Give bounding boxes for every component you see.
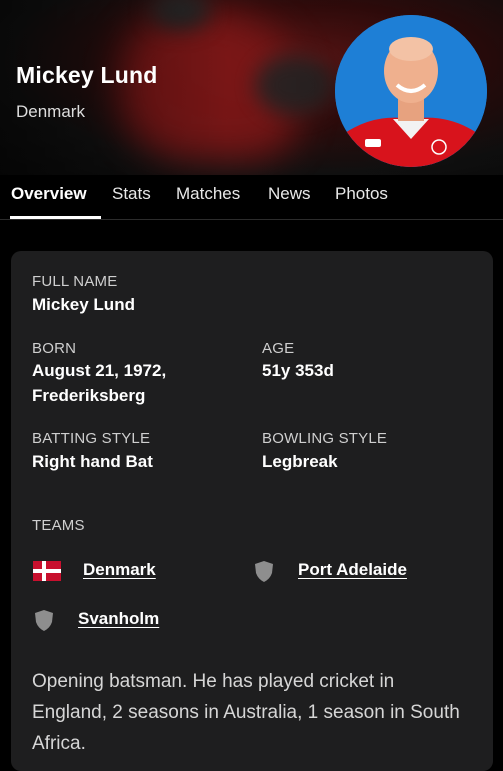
overview-card: FULL NAME Mickey Lund BORN August 21, 19… xyxy=(11,251,493,771)
born-date: August 21, 1972, xyxy=(32,361,167,380)
team-shield-icon xyxy=(35,610,53,631)
tab-matches[interactable]: Matches xyxy=(176,184,240,204)
batting-style-value: Right hand Bat xyxy=(32,452,153,471)
team-link-port-adelaide[interactable]: Port Adelaide xyxy=(298,560,407,580)
player-header: Mickey Lund Denmark xyxy=(0,0,503,175)
batting-style-label: BATTING STYLE xyxy=(32,430,151,447)
active-tab-indicator xyxy=(10,216,101,219)
player-avatar[interactable] xyxy=(335,15,487,167)
tab-overview[interactable]: Overview xyxy=(11,184,87,204)
bowling-style-value: Legbreak xyxy=(262,452,338,471)
tab-stats[interactable]: Stats xyxy=(112,184,151,204)
tab-bar: Overview Stats Matches News Photos xyxy=(0,175,503,220)
full-name-value: Mickey Lund xyxy=(32,295,135,314)
born-place: Frederiksberg xyxy=(32,386,146,405)
tab-photos[interactable]: Photos xyxy=(335,184,388,204)
tab-news[interactable]: News xyxy=(268,184,311,204)
age-value: 51y 353d xyxy=(262,361,334,380)
denmark-flag-icon xyxy=(33,561,61,581)
team-link-svanholm[interactable]: Svanholm xyxy=(78,609,159,629)
player-bio: Opening batsman. He has played cricket i… xyxy=(32,671,460,754)
team-link-denmark[interactable]: Denmark xyxy=(83,560,156,580)
team-shield-icon xyxy=(255,561,273,582)
player-country: Denmark xyxy=(16,102,85,121)
teams-label: TEAMS xyxy=(32,517,85,534)
full-name-label: FULL NAME xyxy=(32,273,118,290)
player-name: Mickey Lund xyxy=(16,62,158,88)
age-label: AGE xyxy=(262,340,295,357)
bowling-style-label: BOWLING STYLE xyxy=(262,430,388,447)
born-label: BORN xyxy=(32,340,77,357)
